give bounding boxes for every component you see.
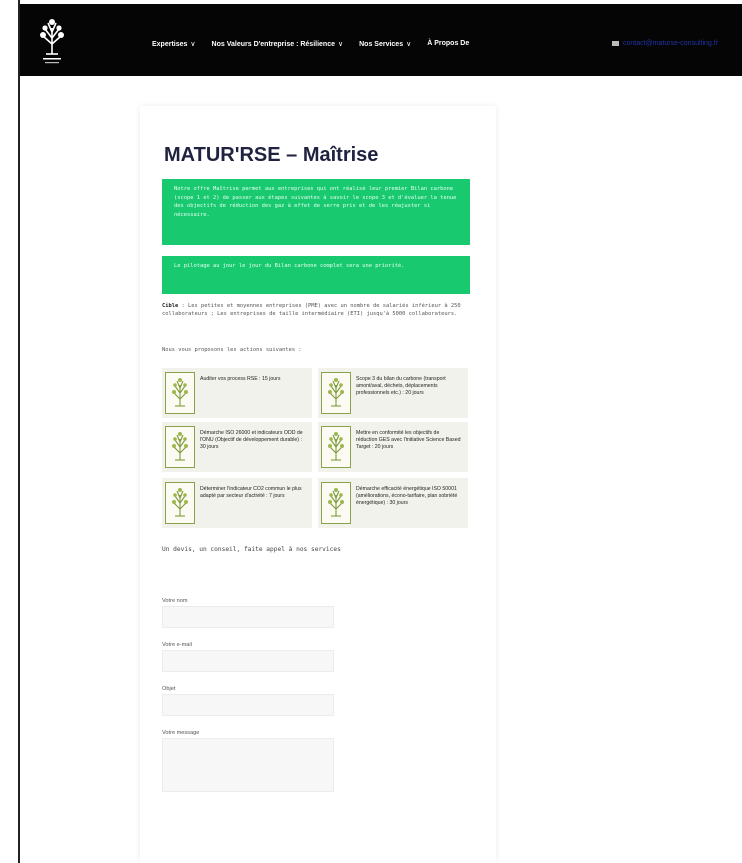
page-title: MATUR'RSE – Maîtrise — [164, 144, 379, 166]
mail-icon — [612, 40, 619, 46]
action-text: Auditer vos process RSE : 15 jours — [200, 376, 281, 382]
action-text: Démarche ISO 26000 et indicateurs ODD de… — [200, 430, 303, 450]
action-text: Démarche efficacité énergétique ISO 5000… — [356, 486, 458, 506]
tree-thumbnail-icon — [321, 426, 351, 468]
tree-thumbnail-icon — [165, 426, 195, 468]
nav-item-label: Nos Services — [359, 41, 404, 48]
action-card: Auditer vos process RSE : 15 jours — [162, 368, 312, 418]
message-label: Votre message — [162, 730, 200, 736]
email-label: Votre e-mail — [162, 642, 192, 648]
nav-item-services[interactable]: Nos Services ∨ — [359, 40, 411, 48]
window-left-edge — [0, 0, 20, 863]
action-card: Scope 3 du bilan du carbone (transport a… — [318, 368, 468, 418]
target-text: : Les petites et moyennes entreprises (P… — [162, 303, 461, 318]
tree-thumbnail-icon — [165, 482, 195, 524]
main-nav: Expertises ∨ Nos Valeurs D'entreprise : R… — [152, 40, 469, 48]
tree-thumbnail-icon — [321, 482, 351, 524]
action-card: Mettre en conformité les objectifs de ré… — [318, 422, 468, 472]
message-textarea[interactable] — [162, 738, 334, 792]
name-label: Votre nom — [162, 598, 188, 604]
chevron-down-icon: ∨ — [338, 41, 344, 48]
action-text: Mettre en conformité les objectifs de ré… — [356, 430, 461, 450]
name-input[interactable] — [162, 606, 334, 628]
contact-email-link[interactable]: contact@maturse-consulting.fr — [612, 40, 718, 47]
tree-logo-icon[interactable] — [32, 14, 72, 66]
nav-item-label: À Propos De — [427, 40, 470, 47]
tree-thumbnail-icon — [165, 372, 195, 414]
contact-email-text: contact@maturse-consulting.fr — [623, 40, 719, 47]
intro-highlight-box: Notre offre Maîtrise permet aux entrepri… — [162, 179, 470, 245]
target-label: Cible — [162, 303, 179, 309]
nav-item-label: Nos Valeurs D'entreprise : Résilience — [211, 41, 335, 48]
content-card: MATUR'RSE – Maîtrise Notre offre Maîtris… — [140, 106, 496, 863]
nav-item-label: Expertises — [152, 41, 188, 48]
pilot-highlight-box: Le pilotage au jour le jour du Bilan car… — [162, 256, 470, 294]
chevron-down-icon: ∨ — [190, 41, 196, 48]
subject-input[interactable] — [162, 694, 334, 716]
action-card: Démarche efficacité énergétique ISO 5000… — [318, 478, 468, 528]
nav-item-expertises[interactable]: Expertises ∨ — [152, 40, 196, 48]
action-text: Scope 3 du bilan du carbone (transport a… — [356, 376, 446, 396]
actions-intro: Nous vous proposons les actions suivante… — [162, 347, 302, 353]
site-header: Expertises ∨ Nos Valeurs D'entreprise : R… — [20, 4, 742, 76]
action-text: Déterminer l'indicateur CO2 commun le pl… — [200, 486, 302, 499]
chevron-down-icon: ∨ — [406, 41, 412, 48]
email-input[interactable] — [162, 650, 334, 672]
nav-item-valeurs[interactable]: Nos Valeurs D'entreprise : Résilience ∨ — [212, 40, 344, 48]
tree-thumbnail-icon — [321, 372, 351, 414]
target-paragraph: Cible : Les petites et moyennes entrepri… — [162, 302, 472, 319]
action-card: Démarche ISO 26000 et indicateurs ODD de… — [162, 422, 312, 472]
quote-callout: Un devis, un conseil, faite appel à nos … — [162, 546, 341, 553]
action-card: Déterminer l'indicateur CO2 commun le pl… — [162, 478, 312, 528]
nav-item-a-propos[interactable]: À Propos De — [427, 40, 469, 48]
subject-label: Objet — [162, 686, 176, 692]
